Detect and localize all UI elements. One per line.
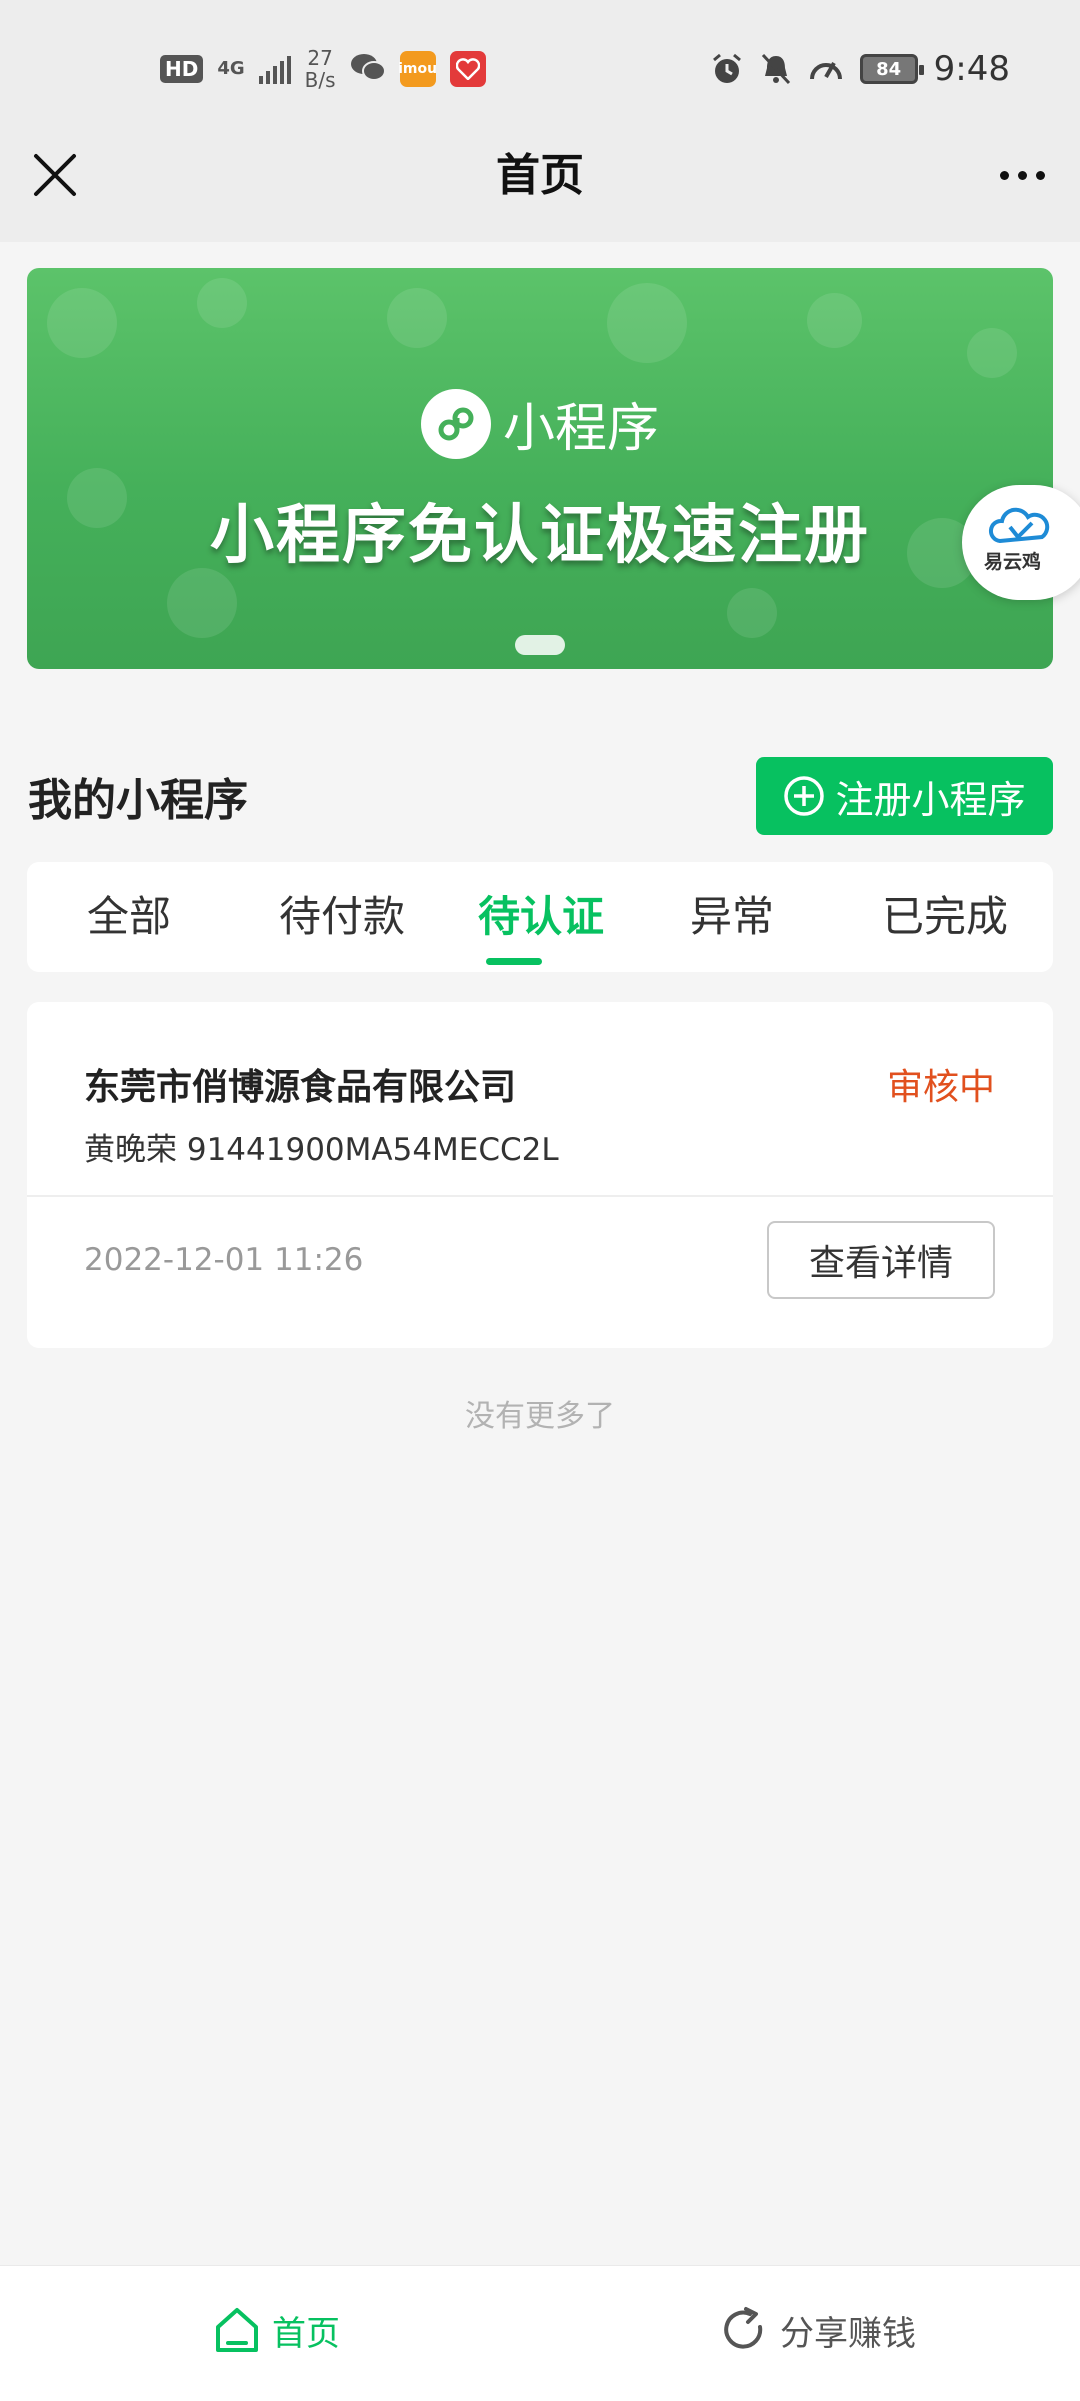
page-title: 首页 (496, 150, 584, 201)
net-speed: 27 B/s (305, 47, 336, 91)
more-dot (999, 170, 1009, 180)
tab-completed[interactable]: 已完成 (860, 862, 1030, 972)
tab-abnormal[interactable]: 异常 (652, 862, 812, 972)
company-name: 东莞市俏博源食品有限公司 (84, 1067, 517, 1108)
tab-pending-payment[interactable]: 待付款 (252, 862, 432, 972)
active-tab-indicator (486, 958, 542, 965)
banner-brand-text: 小程序 (502, 399, 659, 459)
status-badge: 审核中 (886, 1067, 995, 1108)
more-dot (1035, 170, 1045, 180)
cloud-logo-icon (989, 507, 1050, 544)
banner-decoration (727, 588, 777, 638)
status-bar-right: 84 9:48 (710, 44, 1010, 94)
hd-badge: HD (160, 55, 204, 83)
banner-decoration (167, 568, 237, 638)
alarm-icon (710, 52, 744, 86)
banner-decoration (47, 288, 117, 358)
battery-level: 84 (876, 58, 902, 80)
promo-banner[interactable]: 小程序 小程序免认证极速注册 (27, 268, 1053, 669)
bottom-nav-home[interactable]: 首页 (212, 2300, 340, 2360)
clock: 9:48 (933, 49, 1010, 89)
net-speed-unit: B/s (304, 68, 336, 92)
status-tabs: 全部 待付款 待认证 异常 已完成 (27, 862, 1053, 972)
status-bar-left: HD 4G 27 B/s imou (160, 44, 486, 94)
share-icon (724, 2307, 763, 2349)
wechat-icon (350, 51, 386, 87)
applicant-info: 黄晚荣 91441900MA54MECC2L (84, 1132, 559, 1168)
floating-service-button[interactable]: 易云鸡 (962, 485, 1080, 600)
section-title: 我的小程序 (28, 775, 248, 826)
home-icon (216, 2308, 258, 2352)
register-button-label: 注册小程序 (835, 777, 1026, 822)
list-end-text: 没有更多了 (465, 1399, 615, 1434)
banner-brand: 小程序 (27, 386, 1053, 461)
network-type: 4G (217, 58, 245, 79)
banner-decoration (197, 278, 247, 328)
bottom-nav-home-label: 首页 (272, 2313, 340, 2354)
bottom-nav-share-label: 分享赚钱 (780, 2313, 916, 2354)
banner-decoration (387, 288, 447, 348)
banner-decoration (807, 293, 862, 348)
floating-logo-text: 易云鸡 (984, 551, 1042, 573)
banner-decoration (967, 328, 1017, 378)
plus-circle-icon (784, 776, 825, 816)
register-button[interactable]: 注册小程序 (756, 757, 1053, 835)
more-dot (1017, 170, 1027, 180)
signal-icon (258, 54, 291, 84)
imou-icon-text: imou (398, 61, 438, 77)
bottom-nav-share[interactable]: 分享赚钱 (720, 2300, 916, 2360)
bottom-nav (0, 2265, 1080, 2401)
battery-icon: 84 (859, 54, 924, 84)
tab-pending-verification[interactable]: 待认证 (456, 862, 626, 972)
imou-icon: imou (398, 51, 438, 87)
mini-program-icon (420, 388, 491, 459)
more-button[interactable] (992, 150, 1052, 200)
carousel-indicator (515, 635, 565, 655)
banner-decoration (607, 283, 687, 363)
speedometer-icon (808, 53, 844, 85)
submit-time: 2022-12-01 11:26 (84, 1242, 364, 1278)
banner-headline: 小程序免认证极速注册 (210, 499, 870, 573)
heart-app-icon (449, 51, 486, 87)
bell-muted-icon (760, 52, 792, 86)
net-speed-value: 27 (307, 46, 333, 70)
view-details-button[interactable]: 查看详情 (767, 1221, 995, 1299)
tab-all[interactable]: 全部 (49, 862, 209, 972)
card-divider (27, 1195, 1053, 1197)
